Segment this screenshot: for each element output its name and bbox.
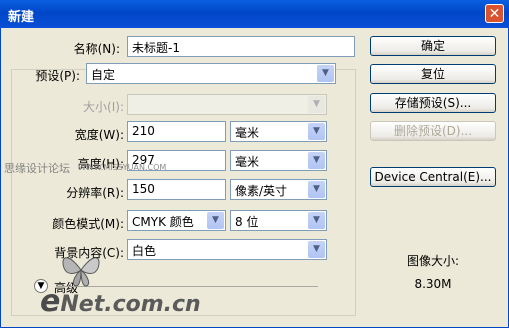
bit-depth-select[interactable]: 8 位 ▼ — [230, 210, 327, 231]
chevron-down-icon: ▼ — [308, 152, 325, 169]
chevron-down-icon: ▼ — [308, 212, 325, 229]
height-unit-value: 毫米 — [235, 155, 260, 169]
resolution-label: 分辨率(R): — [66, 186, 124, 200]
width-unit-value: 毫米 — [235, 126, 260, 140]
image-size-value: 8.30M — [414, 277, 452, 291]
size-label: 大小(I): — [83, 100, 124, 114]
preset-select[interactable]: 自定 ▼ — [86, 63, 336, 84]
window-title: 新建 — [8, 10, 35, 25]
ok-button[interactable]: 确定 — [370, 36, 496, 56]
chevron-down-icon: ▼ — [317, 65, 334, 82]
title-bar: 新建 ✕ — [0, 0, 509, 28]
enet-logo-text: Net.com.cn — [60, 292, 201, 317]
preset-select-value: 自定 — [91, 68, 116, 82]
name-label: 名称(N): — [73, 42, 120, 56]
preset-label: 预设(P): — [35, 69, 80, 83]
bit-depth-value: 8 位 — [235, 215, 259, 229]
width-field[interactable]: 210 — [127, 121, 226, 142]
reset-button[interactable]: 复位 — [370, 64, 496, 84]
image-size-label: 图像大小: — [406, 254, 460, 268]
background-value: 白色 — [132, 244, 157, 258]
size-select[interactable]: ▼ — [127, 94, 327, 115]
chevron-down-icon: ▼ — [308, 123, 325, 140]
width-unit-select[interactable]: 毫米 ▼ — [230, 121, 327, 142]
forum-watermark: 思缘设计论坛 — [4, 162, 70, 175]
name-field[interactable]: 未标题-1 — [127, 36, 355, 57]
height-unit-select[interactable]: 毫米 ▼ — [230, 150, 327, 171]
chevron-down-icon: ▼ — [308, 241, 325, 258]
color-mode-select[interactable]: CMYK 颜色 ▼ — [127, 210, 226, 231]
site-watermark: WWW.MISSYUAN.COM — [78, 163, 167, 172]
chevron-down-icon: ▼ — [308, 96, 325, 113]
device-central-button[interactable]: Device Central(E)... — [370, 167, 496, 187]
chevron-down-icon: ▼ — [308, 181, 325, 198]
resolution-unit-select[interactable]: 像素/英寸 ▼ — [230, 179, 327, 200]
close-icon[interactable]: ✕ — [485, 4, 504, 23]
delete-preset-button[interactable]: 删除预设(D)... — [370, 121, 496, 141]
save-preset-button[interactable]: 存储预设(S)... — [370, 93, 496, 113]
resolution-unit-value: 像素/英寸 — [235, 184, 288, 198]
color-mode-value: CMYK 颜色 — [132, 215, 194, 229]
background-select[interactable]: 白色 ▼ — [127, 239, 327, 260]
butterfly-logo-icon — [62, 257, 100, 287]
resolution-field[interactable]: 150 — [127, 179, 226, 200]
chevron-down-icon: ▼ — [207, 212, 224, 229]
color-mode-label: 颜色模式(M): — [52, 217, 124, 231]
width-label: 宽度(W): — [74, 128, 124, 142]
